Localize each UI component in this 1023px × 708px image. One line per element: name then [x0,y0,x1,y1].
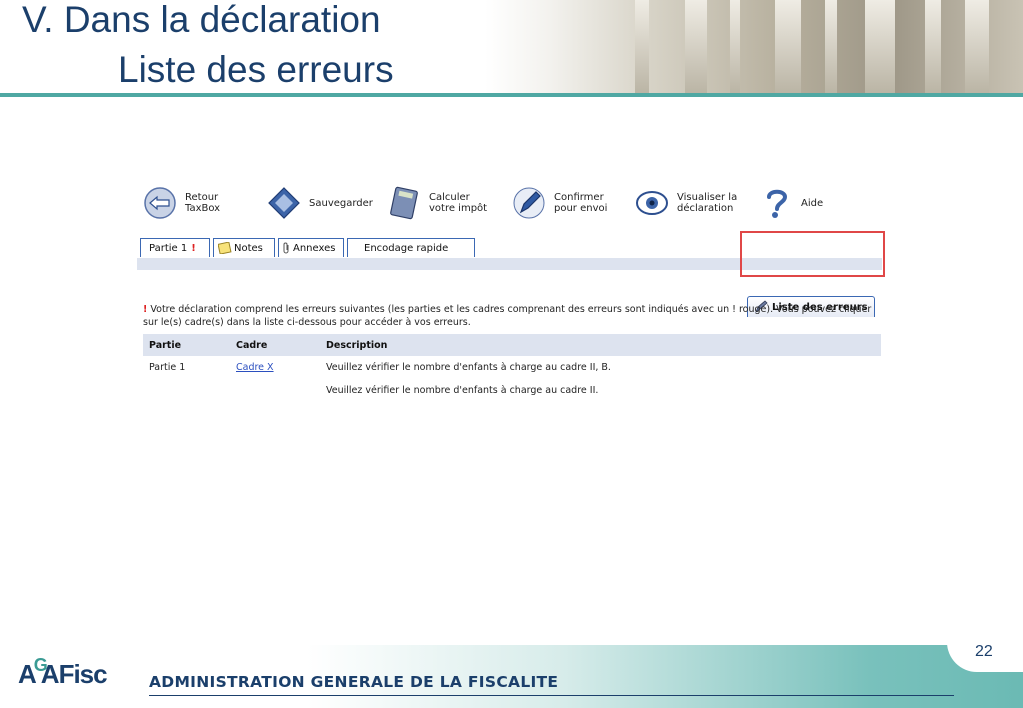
notepad-icon [218,242,232,254]
tab-partie-1-label: Partie 1 [149,242,188,254]
header-divider [0,93,1023,97]
question-mark-icon [767,189,788,218]
table-row: Partie 1 Cadre X Veuillez vérifier le no… [143,356,881,379]
tab-encodage-rapide[interactable]: Encodage rapide [347,238,475,257]
confirm-label: Confirmer pour envoi [554,192,608,214]
cadre-link[interactable]: Cadre X [236,362,274,373]
error-table: Partie Cadre Description Partie 1 Cadre … [143,334,881,402]
pen-icon [513,187,545,219]
calculator-icon [390,186,418,220]
logo-text: AFisc [40,659,108,689]
header-photo [485,0,1023,96]
view-declaration-label: Visualiser la déclaration [677,192,738,214]
cell-description: Veuillez vérifier le nombre d'enfants à … [326,362,611,373]
agfisc-logo: AGAFisc [18,655,108,690]
view-declaration-button[interactable]: Visualiser la déclaration [635,186,737,220]
tab-underline-bar [137,258,882,270]
tab-partie-1[interactable]: Partie 1 ! [140,238,210,257]
slide-title-line2: Liste des erreurs [118,49,394,90]
column-header-description: Description [326,340,388,351]
column-header-partie: Partie [149,340,182,351]
floppy-disk-icon [268,187,300,219]
eye-icon [636,191,668,215]
back-button[interactable]: Retour TaxBox [143,186,220,220]
table-row: Veuillez vérifier le nombre d'enfants à … [143,379,881,402]
error-summary-message: ! Votre déclaration comprend les erreurs… [143,303,873,329]
help-button[interactable]: Aide [759,186,823,220]
cell-partie: Partie 1 [149,362,186,373]
back-label: Retour TaxBox [185,192,221,214]
calculate-label: Calculer votre impôt [429,192,488,214]
slide-title-line1: V. Dans la déclaration [22,0,381,40]
tab-notes[interactable]: Notes [213,238,275,257]
calculate-button[interactable]: Calculer votre impôt [387,186,487,220]
help-label: Aide [801,197,824,209]
paperclip-icon [283,242,289,254]
column-header-cadre: Cadre [236,340,268,351]
confirm-button[interactable]: Confirmer pour envoi [512,186,607,220]
footer-divider [149,695,954,696]
taxbox-window: Retour TaxBox Sauvegarder Calculer votre… [137,178,889,410]
tab-annexes[interactable]: Annexes [278,238,344,257]
organization-name: ADMINISTRATION GENERALE DE LA FISCALITE [149,673,559,691]
cell-description: Veuillez vérifier le nombre d'enfants à … [326,385,599,396]
tab-encodage-rapide-label: Encodage rapide [364,242,449,254]
tab-notes-label: Notes [234,242,263,254]
tab-annexes-label: Annexes [293,242,336,254]
logo-letter-g: G [33,655,48,675]
save-label: Sauvegarder [309,197,373,209]
error-flag-icon: ! [191,242,196,254]
page-number: 22 [975,643,993,660]
error-flag-icon: ! [143,304,148,315]
toolbar: Retour TaxBox Sauvegarder Calculer votre… [137,178,889,228]
save-button[interactable]: Sauvegarder [267,186,373,220]
error-summary-text: Votre déclaration comprend les erreurs s… [143,304,872,328]
table-header: Partie Cadre Description [143,334,881,356]
tab-strip: Partie 1 ! Notes Annexes Encodage rapide… [137,238,889,317]
back-arrow-icon [144,187,176,219]
